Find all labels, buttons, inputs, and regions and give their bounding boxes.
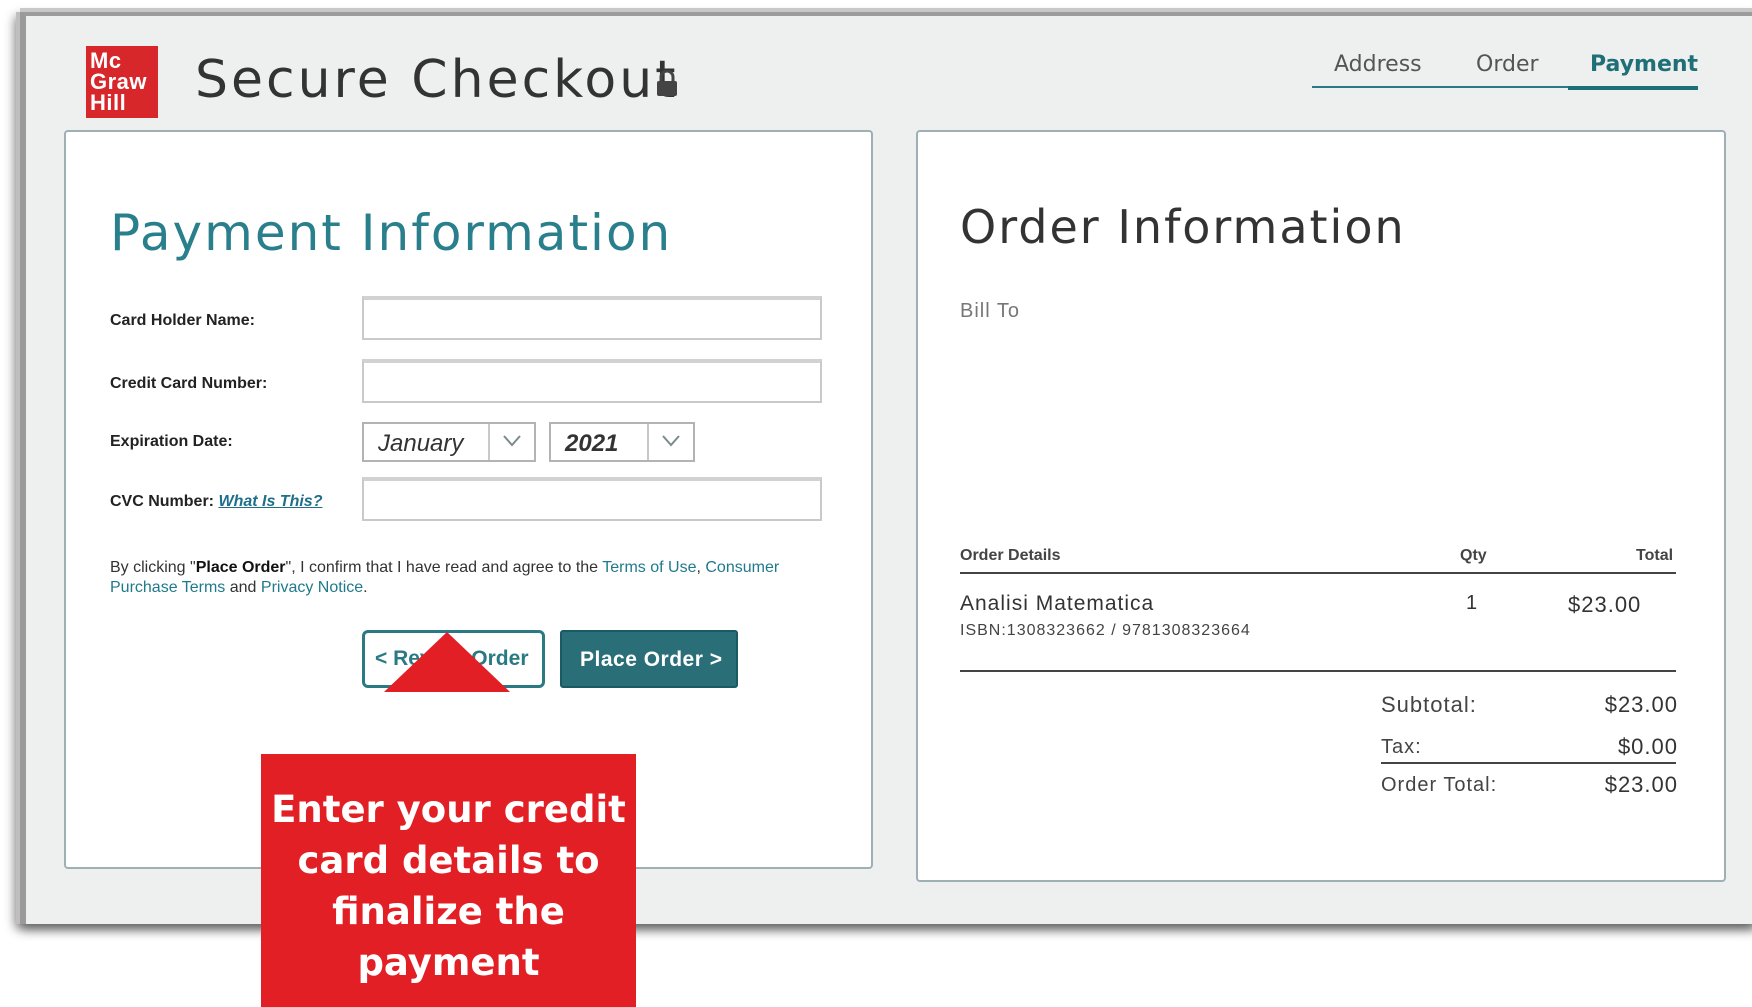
privacy-notice-link[interactable]: Privacy Notice: [261, 579, 363, 596]
step-payment[interactable]: Payment: [1590, 52, 1698, 77]
legal-middle: ", I confirm that I have read and agree …: [285, 559, 603, 576]
order-total-label: Order Total:: [1381, 774, 1498, 796]
exp-month-select[interactable]: January: [362, 422, 536, 462]
mcgraw-hill-logo: Mc Graw Hill: [86, 46, 158, 118]
payment-heading: Payment Information: [110, 204, 673, 262]
logo-line-2: Graw: [90, 69, 148, 94]
callout-line-3: finalize the: [332, 890, 565, 933]
tax-value: $0.00: [1617, 734, 1678, 759]
terms-of-use-link[interactable]: Terms of Use: [602, 559, 696, 576]
card-number-input[interactable]: [362, 359, 822, 403]
legal-and: and: [225, 579, 261, 596]
callout-line-2: card details to: [297, 839, 600, 882]
order-details-header: Order Details: [960, 547, 1061, 564]
exp-year-select[interactable]: 2021: [549, 422, 695, 462]
subtotal-label: Subtotal:: [1381, 692, 1477, 717]
logo-line-3: Hill: [90, 90, 127, 115]
legal-end: .: [363, 579, 368, 596]
chevron-down-icon: [647, 424, 693, 460]
legal-bold: Place Order: [195, 559, 286, 576]
tax-label: Tax:: [1381, 736, 1422, 758]
checkout-steps: Address Order Payment: [1312, 48, 1698, 90]
divider: [960, 572, 1676, 574]
card-number-label: Credit Card Number:: [110, 375, 268, 392]
item-qty: 1: [1466, 592, 1478, 614]
item-isbn: ISBN:1308323662 / 9781308323664: [960, 622, 1251, 639]
item-name: Analisi Matematica: [960, 592, 1155, 615]
cvc-help-link[interactable]: What Is This?: [218, 493, 322, 510]
place-order-button[interactable]: Place Order >: [560, 630, 738, 688]
callout-line-4: payment: [357, 941, 540, 984]
callout-pointer: [384, 632, 510, 692]
divider: [960, 670, 1676, 672]
active-step-indicator: [1568, 86, 1698, 90]
total-header: Total: [1636, 547, 1674, 564]
legal-notice: By clicking "Place Order", I confirm tha…: [110, 558, 840, 598]
qty-header: Qty: [1460, 547, 1487, 564]
callout-line-1: Enter your credit: [271, 788, 626, 831]
order-panel: Order Information Bill To Order Details …: [916, 130, 1726, 882]
cvc-label-text: CVC Number:: [110, 493, 215, 510]
item-total: $23.00: [1568, 592, 1642, 617]
card-holder-input[interactable]: [362, 296, 822, 340]
step-address[interactable]: Address: [1334, 52, 1422, 77]
step-order[interactable]: Order: [1476, 52, 1539, 77]
legal-prefix: By clicking ": [110, 559, 196, 576]
cvc-label: CVC Number: What Is This?: [110, 493, 322, 511]
order-total-value: $23.00: [1604, 772, 1678, 797]
place-order-label: Place Order >: [580, 648, 723, 671]
logo-line-1: Mc: [90, 48, 122, 73]
divider: [1381, 762, 1676, 764]
card-holder-label: Card Holder Name:: [110, 312, 255, 329]
expiration-label: Expiration Date:: [110, 433, 233, 450]
cvc-input[interactable]: [362, 477, 822, 521]
bill-to-label: Bill To: [960, 300, 1020, 322]
lock-icon: [657, 70, 677, 96]
tutorial-callout: Enter your credit card details to finali…: [261, 754, 636, 1007]
exp-month-value: January: [378, 430, 464, 457]
page-title: Secure Checkout: [195, 50, 679, 110]
order-heading: Order Information: [960, 200, 1406, 254]
exp-year-value: 2021: [565, 430, 619, 457]
subtotal-value: $23.00: [1604, 692, 1678, 717]
chevron-down-icon: [488, 424, 534, 460]
